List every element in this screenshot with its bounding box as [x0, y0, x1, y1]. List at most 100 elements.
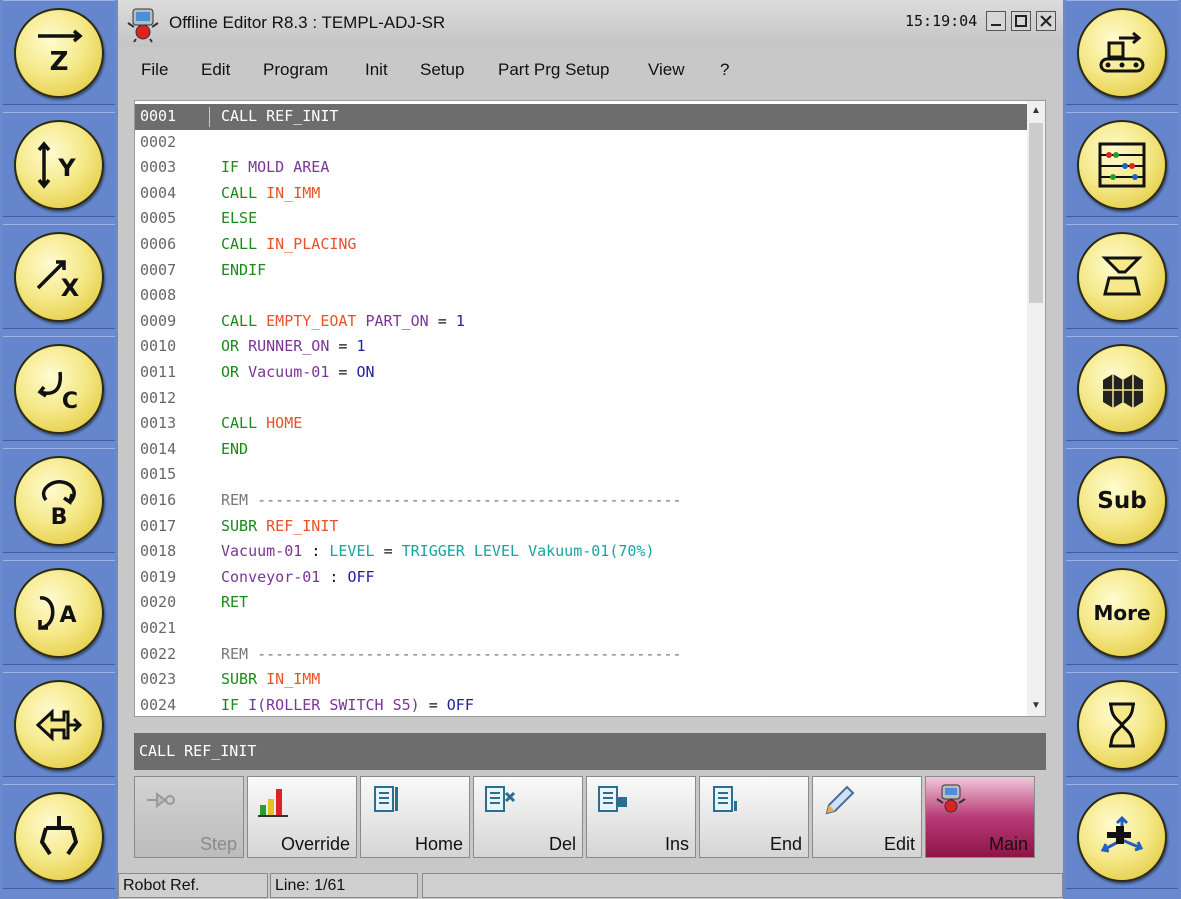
menu-program[interactable]: Program — [263, 60, 328, 80]
maximize-button[interactable] — [1011, 11, 1031, 31]
code-line[interactable]: 0022 REM --------------------------------… — [135, 642, 1027, 668]
insert-label: Ins — [664, 834, 689, 854]
c-rotation-button[interactable]: C — [3, 336, 115, 441]
close-button[interactable] — [1036, 11, 1056, 31]
conveyor-button[interactable] — [1066, 0, 1178, 105]
z-axis-icon: Z — [14, 8, 104, 98]
more-button-face: More — [1077, 568, 1167, 658]
line-number: 0003 — [140, 158, 177, 177]
line-number: 0021 — [140, 619, 177, 637]
line-number: 0023 — [140, 670, 177, 689]
code-line[interactable]: 0013 CALL HOME — [135, 411, 1027, 437]
code-line[interactable]: 0002 — [135, 130, 1027, 156]
menu-view[interactable]: View — [648, 60, 685, 80]
end-button[interactable]: End — [699, 776, 809, 858]
step-button[interactable]: Step — [134, 776, 244, 858]
code-line[interactable]: 0005 ELSE — [135, 206, 1027, 232]
code-line[interactable]: 0023 SUBR IN_IMM — [135, 667, 1027, 693]
line-number: 0004 — [140, 183, 177, 202]
code-line[interactable]: 0015 — [135, 462, 1027, 488]
sub-button[interactable]: Sub — [1066, 448, 1178, 553]
x-axis-glyph: X — [61, 274, 80, 302]
code-line[interactable]: 0007 ENDIF — [135, 258, 1027, 284]
z-axis-button[interactable]: Z — [3, 0, 115, 105]
mold-icon — [1077, 232, 1167, 322]
code-line[interactable]: 0001 CALL REF_INIT — [135, 104, 1027, 130]
code-line[interactable]: 0010 OR RUNNER_ON = 1 — [135, 334, 1027, 360]
menu-file[interactable]: File — [141, 60, 168, 80]
x-axis-button[interactable]: X — [3, 224, 115, 329]
delete-button[interactable]: Del — [473, 776, 583, 858]
code-line[interactable]: 0006 CALL IN_PLACING — [135, 232, 1027, 258]
b-rotation-button[interactable]: B — [3, 448, 115, 553]
hourglass-button[interactable] — [1066, 672, 1178, 777]
code-text: Conveyor-01 : OFF — [221, 567, 375, 586]
code-line[interactable]: 0021 — [135, 616, 1027, 642]
clock: 15:19:04 — [905, 12, 978, 30]
edit-button[interactable]: Edit — [812, 776, 922, 858]
menu-init[interactable]: Init — [365, 60, 388, 80]
menu-help[interactable]: ? — [720, 60, 729, 80]
move-in-out-icon — [14, 680, 104, 770]
home-label: Home — [414, 834, 463, 854]
c-rotation-icon: C — [14, 344, 104, 434]
sub-button-face: Sub — [1077, 456, 1167, 546]
code-line[interactable]: 0014 END — [135, 437, 1027, 463]
code-text: Vacuum-01 : LEVEL = TRIGGER LEVEL Vakuum… — [221, 542, 655, 561]
line-number: 0008 — [140, 286, 177, 305]
scroll-up-icon[interactable]: ▲ — [1027, 101, 1045, 121]
line-number: 0006 — [140, 235, 177, 253]
main-button[interactable]: Main — [925, 776, 1035, 858]
hourglass-icon — [1077, 680, 1167, 770]
status-empty-cell — [422, 873, 1063, 898]
menu-edit[interactable]: Edit — [201, 60, 230, 80]
code-line[interactable]: 0019 Conveyor-01 : OFF — [135, 565, 1027, 591]
code-text: SUBR IN_IMM — [221, 670, 321, 689]
more-label: More — [1093, 601, 1151, 625]
robot-icon — [936, 784, 966, 813]
gripper-button[interactable] — [3, 784, 115, 889]
override-button[interactable]: Override — [247, 776, 357, 858]
scroll-thumb[interactable] — [1029, 123, 1043, 303]
home-button[interactable]: Home — [360, 776, 470, 858]
code-line[interactable]: 0020 RET — [135, 590, 1027, 616]
move-in-out-button[interactable] — [3, 672, 115, 777]
code-line[interactable]: 0008 — [135, 283, 1027, 309]
line-number: 0005 — [140, 209, 177, 228]
cubes-button[interactable] — [1066, 336, 1178, 441]
code-line[interactable]: 0003 IF MOLD AREA — [135, 155, 1027, 181]
b-rotation-icon: B — [14, 456, 104, 546]
command-line: CALL REF_INIT — [134, 733, 1046, 770]
counter-button[interactable] — [1066, 112, 1178, 217]
insert-button[interactable]: Ins — [586, 776, 696, 858]
menu-part-prg-setup[interactable]: Part Prg Setup — [498, 60, 610, 80]
code-line[interactable]: 0017 SUBR REF_INIT — [135, 514, 1027, 540]
scroll-down-icon[interactable]: ▼ — [1027, 696, 1045, 716]
x-axis-icon: X — [14, 232, 104, 322]
code-editor[interactable]: 0001 CALL REF_INIT 0002 0003 IF MOLD AREA 000… — [134, 100, 1046, 717]
title-bar: Offline Editor R8.3 : TEMPL-ADJ-SR 15:19… — [118, 0, 1063, 47]
c-rotation-glyph: C — [62, 389, 78, 414]
code-line[interactable]: 0012 — [135, 386, 1027, 412]
mold-button[interactable] — [1066, 224, 1178, 329]
a-rotation-button[interactable]: A — [3, 560, 115, 665]
code-line[interactable]: 0024 IF I(ROLLER SWITCH S5) = OFF — [135, 693, 1027, 716]
coordinates-button[interactable] — [1066, 784, 1178, 889]
more-button[interactable]: More — [1066, 560, 1178, 665]
status-bar: Robot Ref. Line: 1/61 — [118, 871, 1063, 899]
line-number: 0020 — [140, 593, 177, 612]
code-text: IF I(ROLLER SWITCH S5) = OFF — [221, 695, 474, 714]
code-line[interactable]: 0018 Vacuum-01 : LEVEL = TRIGGER LEVEL Va… — [135, 539, 1027, 565]
y-axis-button[interactable]: Y — [3, 112, 115, 217]
code-line[interactable]: 0009 CALL EMPTY_EOAT PART_ON = 1 — [135, 309, 1027, 335]
code-text: OR RUNNER_ON = 1 — [221, 337, 366, 356]
line-number: 0017 — [140, 516, 177, 535]
y-axis-glyph: Y — [57, 154, 76, 182]
code-line[interactable]: 0016 REM --------------------------------… — [135, 488, 1027, 514]
code-line[interactable]: 0004 CALL IN_IMM — [135, 181, 1027, 207]
menu-setup[interactable]: Setup — [420, 60, 464, 80]
minimize-button[interactable] — [986, 11, 1006, 31]
code-line[interactable]: 0011 OR Vacuum-01 = ON — [135, 360, 1027, 386]
window-title: Offline Editor R8.3 : TEMPL-ADJ-SR — [169, 13, 446, 32]
vertical-scrollbar[interactable]: ▲ ▼ — [1027, 101, 1045, 716]
